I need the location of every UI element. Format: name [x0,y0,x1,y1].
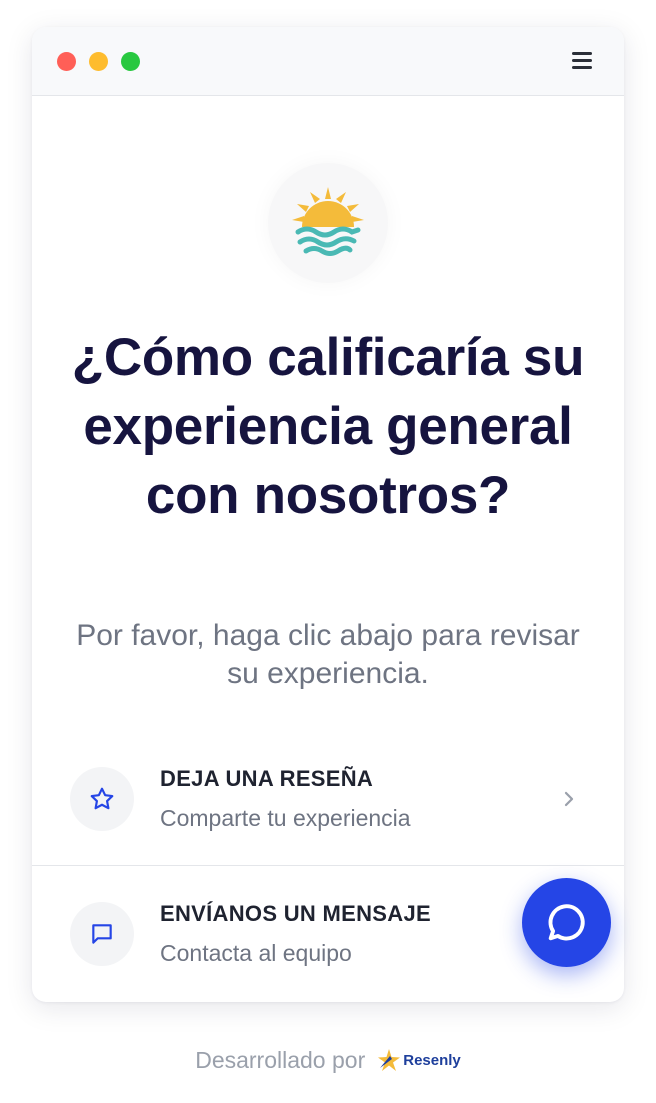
message-square-icon [92,924,112,944]
star-icon [90,787,114,810]
message-icon-circle [70,902,134,966]
option-subtitle: Comparte tu experiencia [160,805,411,831]
resenly-logo-icon [378,1049,401,1071]
footer: Desarrollado por Resenly [0,1043,656,1077]
window-titlebar [32,27,624,96]
option-title: ENVÍANOS UN MENSAJE [160,901,431,926]
close-window-dot[interactable] [57,52,76,71]
minimize-window-dot[interactable] [89,52,108,71]
page-headline: ¿Cómo calificaría su experiencia general… [71,328,585,525]
brand-name: Resenly [403,1051,461,1069]
review-icon-circle [70,767,134,831]
maximize-window-dot[interactable] [121,52,140,71]
company-logo [268,163,388,283]
page-subtitle: Por favor, haga clic abajo para revisar … [76,619,580,690]
survey-card: ¿Cómo calificaría su experiencia general… [32,27,624,1002]
options-divider [32,865,624,866]
footer-label: Desarrollado por [195,1046,366,1073]
chevron-right-icon [564,791,574,807]
hamburger-menu-icon[interactable] [570,49,594,73]
chat-bubble-icon [548,904,585,941]
leave-review-option[interactable]: DEJA UNA RESEÑA Comparte tu experiencia [32,732,624,866]
sun-over-waves-logo [292,187,364,256]
resenly-brand-link[interactable]: Resenly [377,1048,461,1072]
chat-button[interactable] [522,878,611,967]
option-subtitle: Contacta al equipo [160,940,352,966]
option-title: DEJA UNA RESEÑA [160,766,374,791]
